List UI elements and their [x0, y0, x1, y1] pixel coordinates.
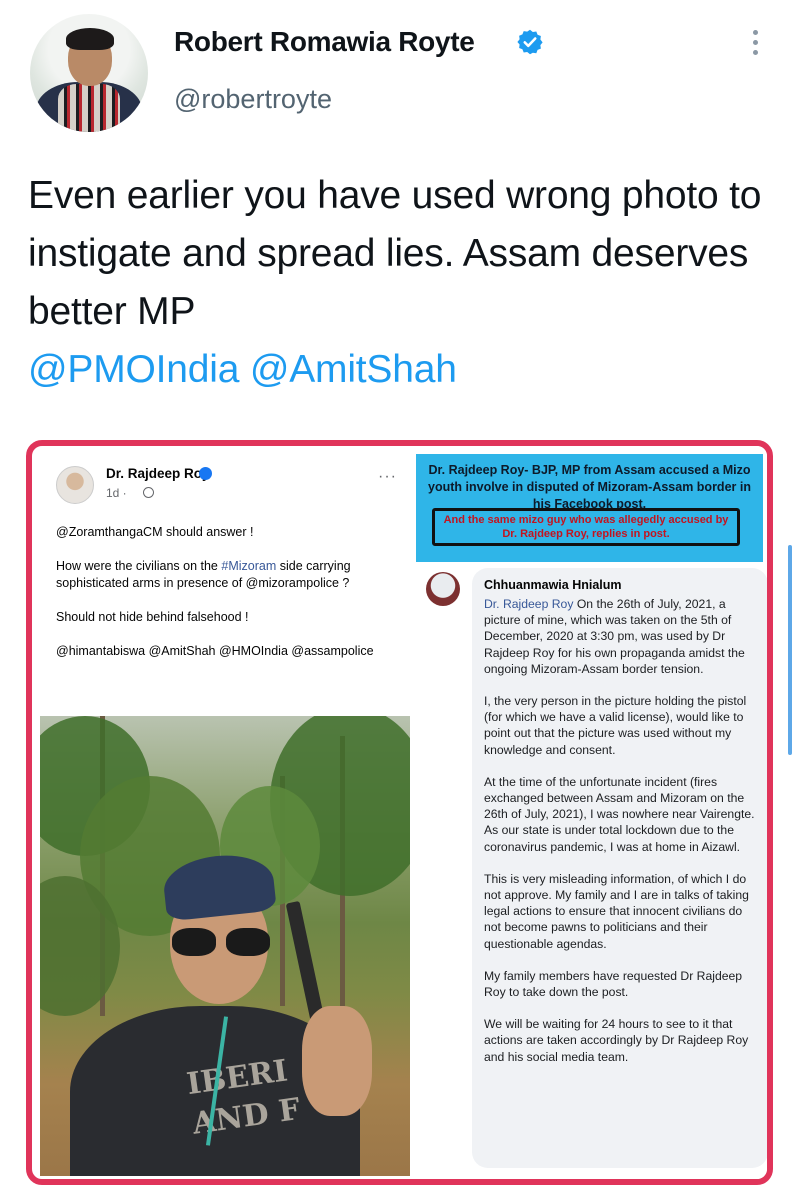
comment-paragraph: Dr. Rajdeep Roy On the 26th of July, 202…: [484, 597, 745, 676]
fb-post-photo: IBERI AND F: [40, 716, 410, 1176]
comment-paragraph: I, the very person in the picture holdin…: [484, 694, 747, 757]
fb-post-text: @ZoramthangaCM should answer ! How were …: [56, 524, 401, 677]
scrollbar-thumb[interactable]: [788, 545, 792, 755]
photo-sunglasses: [172, 928, 272, 956]
author-avatar[interactable]: [30, 14, 148, 132]
photo-pistol: [285, 900, 325, 1022]
banner-title: Dr. Rajdeep Roy- BJP, MP from Assam accu…: [428, 463, 751, 511]
tweet-media-image[interactable]: Dr. Rajdeep Roy 1d · ··· @ZoramthangaCM …: [26, 440, 773, 1185]
comment-author: Chhuanmawia Hnialum: [484, 578, 622, 592]
comment-paragraph: At the time of the unfortunate incident …: [484, 774, 755, 854]
comment-text: Dr. Rajdeep Roy On the 26th of July, 202…: [484, 596, 762, 1081]
fb-paragraph: Should not hide behind falsehood !: [56, 610, 249, 624]
fb-author-avatar: [56, 466, 94, 504]
more-options-icon[interactable]: [748, 30, 762, 64]
fb-post-time: 1d ·: [106, 486, 127, 500]
photo-hand: [302, 1006, 372, 1116]
avatar-shawl: [58, 84, 120, 132]
tweet-body: Even earlier you have used wrong photo t…: [28, 174, 762, 333]
tweet-text: Even earlier you have used wrong photo t…: [28, 167, 778, 399]
comment-tag: Dr. Rajdeep Roy: [484, 597, 574, 611]
avatar-hair: [66, 28, 114, 50]
fb-hashtag: #Mizoram: [221, 559, 277, 573]
commenter-avatar: [426, 572, 460, 606]
mention-link[interactable]: @AmitShah: [250, 348, 457, 391]
reply-panel: Dr. Rajdeep Roy- BJP, MP from Assam accu…: [412, 446, 767, 1179]
comment-paragraph: We will be waiting for 24 hours to see t…: [484, 1017, 749, 1064]
author-display-name[interactable]: Robert Romawia Royte: [174, 26, 475, 58]
fb-paragraph: How were the civilians on the #Mizoram s…: [56, 559, 351, 590]
mention-link[interactable]: @PMOIndia: [28, 348, 239, 391]
verified-badge-icon: [517, 29, 543, 55]
globe-icon: [143, 487, 154, 498]
fb-more-icon: ···: [378, 468, 397, 485]
comment-paragraph: My family members have requested Dr Rajd…: [484, 968, 743, 1000]
author-handle[interactable]: @robertroyte: [174, 84, 332, 115]
fb-verified-icon: [199, 467, 212, 480]
fb-author-name: Dr. Rajdeep Roy: [106, 466, 210, 481]
fb-paragraph: @himantabiswa @AmitShah @HMOIndia @assam…: [56, 644, 374, 658]
fb-paragraph: @ZoramthangaCM should answer !: [56, 525, 254, 539]
comment-paragraph: This is very misleading information, of …: [484, 871, 749, 951]
banner-note: And the same mizo guy who was allegedly …: [443, 514, 729, 540]
